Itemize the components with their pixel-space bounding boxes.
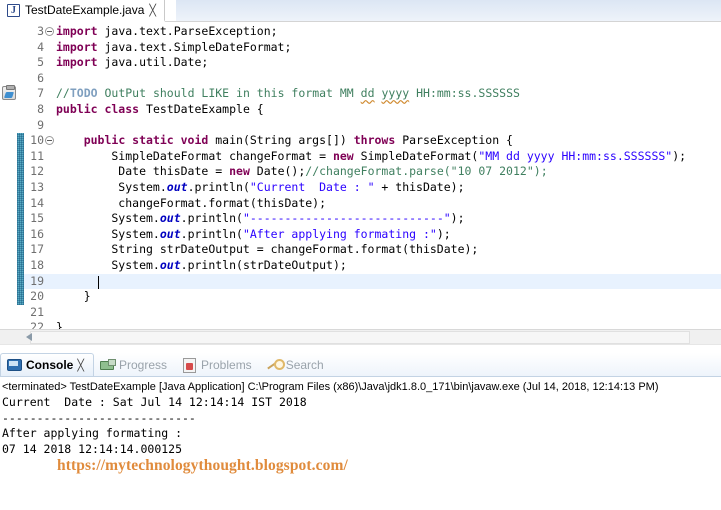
view-tab-search[interactable]: Search [261, 353, 333, 376]
view-tab-label: Progress [118, 357, 167, 372]
code-line[interactable]: 22} [0, 320, 721, 329]
code-line[interactable]: 21 [0, 305, 721, 321]
code-text: //TODO OutPut should LIKE in this format… [56, 86, 520, 101]
code-text: System.out.println(strDateOutput); [56, 258, 347, 272]
console-icon [7, 358, 22, 372]
line-number: 4 [37, 39, 44, 54]
editor-console-divider [0, 344, 721, 353]
code-line[interactable]: 6 [0, 71, 721, 87]
eclipse-ide-window: TestDateExample.java ╳ 3 import java.text… [0, 0, 721, 510]
console-output-line: ---------------------------- [2, 410, 196, 425]
code-line[interactable]: 4 import java.text.SimpleDateFormat; [0, 40, 721, 56]
line-number: 9 [37, 117, 44, 132]
code-line[interactable]: 20 } [0, 289, 721, 305]
line-number: 22 [30, 320, 44, 329]
view-tab-console[interactable]: Console ╳ [0, 353, 94, 376]
code-line[interactable]: 12 Date thisDate = new Date();//changeFo… [0, 164, 721, 180]
line-number: 12 [30, 164, 44, 179]
editor-horizontal-scrollbar[interactable] [0, 329, 721, 344]
tab-strip-background [176, 0, 721, 21]
code-text: String strDateOutput = changeFormat.form… [56, 242, 479, 257]
code-text: } [56, 320, 63, 329]
console-output-line: 07 14 2018 12:14:14.000125 [2, 441, 183, 456]
code-text: SimpleDateFormat changeFormat = new Simp… [56, 148, 687, 163]
fold-collapse-icon[interactable] [45, 136, 54, 146]
line-number: 20 [30, 289, 44, 304]
line-number: 15 [30, 211, 44, 226]
code-text: } [56, 289, 91, 304]
close-icon[interactable]: ╳ [149, 5, 156, 16]
todo-task-icon[interactable] [2, 85, 16, 101]
code-text: import java.text.SimpleDateFormat; [56, 39, 292, 54]
line-number: 19 [30, 273, 44, 288]
code-line[interactable]: 14 changeFormat.format(thisDate); [0, 196, 721, 212]
line-number: 18 [30, 258, 44, 272]
watermark-url: https://mytechnologythought.blogspot.com… [57, 457, 348, 474]
line-number: 6 [37, 70, 44, 85]
bottom-view-tab-bar[interactable]: Console ╳ Progress Problems Search [0, 353, 721, 377]
line-number: 14 [30, 195, 44, 210]
search-icon [267, 358, 285, 372]
console-output-line: After applying formating : [2, 426, 183, 440]
console-output-line: Current Date : Sat Jul 14 12:14:14 IST 2… [2, 395, 307, 409]
view-tab-problems[interactable]: Problems [176, 353, 261, 376]
code-line[interactable]: 16 System.out.println("After applying fo… [0, 227, 721, 243]
java-file-icon [7, 3, 20, 17]
code-line[interactable]: 7//TODO OutPut should LIKE in this forma… [0, 85, 721, 102]
code-text: public class TestDateExample { [56, 102, 264, 116]
line-number: 3 [37, 24, 44, 38]
view-tab-label: Console [26, 358, 74, 372]
code-text: System.out.println("After applying forma… [56, 226, 451, 241]
code-line[interactable]: 17 String strDateOutput = changeFormat.f… [0, 242, 721, 258]
code-line[interactable]: 5 import java.util.Date; [0, 55, 721, 71]
line-number: 13 [30, 180, 44, 194]
code-text: import java.util.Date; [56, 55, 209, 70]
code-line[interactable]: 11 SimpleDateFormat changeFormat = new S… [0, 149, 721, 165]
chevron-left-icon[interactable] [26, 333, 32, 341]
line-number: 11 [30, 148, 44, 163]
line-number: 17 [30, 242, 44, 257]
line-number: 10 [30, 133, 44, 148]
code-line[interactable]: 15 System.out.println("-----------------… [0, 211, 721, 227]
code-line[interactable]: 10 public static void main(String args[]… [0, 133, 721, 149]
line-number: 16 [30, 226, 44, 241]
editor-tab-bar: TestDateExample.java ╳ [0, 0, 721, 22]
code-text: public static void main(String args[]) t… [83, 133, 513, 148]
text-caret [98, 275, 99, 289]
line-number: 21 [30, 304, 44, 319]
editor-tab-label: TestDateExample.java [25, 3, 145, 17]
code-text: changeFormat.format(thisDate); [56, 195, 327, 210]
line-number: 5 [37, 55, 44, 70]
code-line[interactable]: 8 public class TestDateExample { [0, 102, 721, 118]
fold-collapse-icon[interactable] [45, 27, 54, 36]
code-text: Date thisDate = new Date();//changeForma… [56, 164, 548, 179]
progress-icon [99, 358, 116, 372]
view-tab-label: Problems [201, 357, 252, 372]
code-text: System.out.println("--------------------… [56, 211, 465, 226]
code-editor[interactable]: 3 import java.text.ParseException; 4 import… [0, 22, 721, 329]
code-line[interactable]: 19 [0, 274, 721, 290]
code-lines[interactable]: 3 import java.text.ParseException; 4 import… [0, 22, 721, 329]
close-icon[interactable]: ╳ [77, 359, 84, 372]
code-text: System.out.println("Current Date : " + t… [56, 180, 465, 194]
problems-icon [182, 357, 197, 373]
code-line[interactable]: 18 System.out.println(strDateOutput); [0, 258, 721, 274]
code-line[interactable]: 9 [0, 118, 721, 134]
editor-tab-testdateexample[interactable]: TestDateExample.java ╳ [0, 0, 166, 22]
console-output-lines: Current Date : Sat Jul 14 12:14:14 IST 2… [2, 395, 721, 457]
code-line[interactable]: 13 System.out.println("Current Date : " … [0, 180, 721, 196]
scrollbar-thumb[interactable] [30, 331, 690, 344]
view-tab-label: Search [285, 357, 324, 372]
console-terminated-line: <terminated> TestDateExample [Java Appli… [2, 381, 659, 393]
code-line[interactable]: 3 import java.text.ParseException; [0, 24, 721, 40]
view-tab-progress[interactable]: Progress [94, 353, 176, 376]
code-text: import java.text.ParseException; [56, 24, 278, 38]
line-number: 8 [37, 102, 44, 116]
console-output-panel[interactable]: <terminated> TestDateExample [Java Appli… [0, 377, 721, 510]
